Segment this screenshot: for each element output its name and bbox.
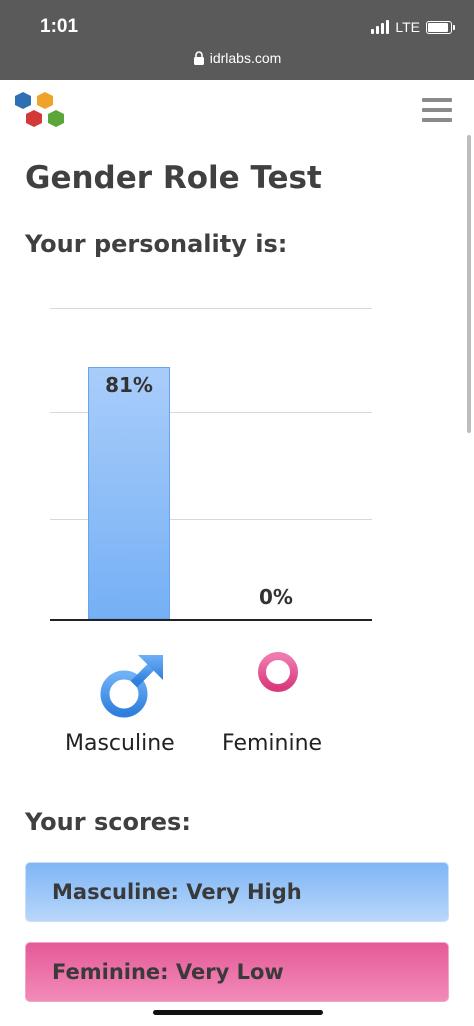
logo-hex-green	[48, 110, 64, 127]
bar-masculine	[88, 367, 170, 619]
score-masculine-label: Masculine: Very High	[52, 880, 302, 904]
logo-hex-blue	[15, 92, 31, 109]
bar-value-label-feminine: 0%	[259, 585, 293, 609]
score-masculine: Masculine: Very High	[25, 862, 449, 922]
chart-baseline	[50, 619, 372, 621]
status-bar: 1:01 LTE idrlabs.com	[0, 0, 474, 80]
result-bar-chart: 81% 0%	[50, 300, 372, 630]
category-label-masculine: Masculine	[65, 731, 175, 756]
female-symbol-icon	[258, 652, 298, 716]
signal-icon	[371, 20, 391, 34]
scores-heading: Your scores:	[25, 808, 191, 836]
bar-value-label-masculine: 81%	[105, 373, 153, 397]
idrlabs-logo[interactable]	[12, 90, 72, 136]
gridline	[50, 308, 372, 309]
male-symbol-icon	[100, 655, 163, 718]
address-bar[interactable]: idrlabs.com	[0, 50, 474, 66]
category-label-feminine: Feminine	[222, 731, 323, 756]
score-feminine: Feminine: Very Low	[25, 942, 449, 1002]
logo-hex-red	[26, 110, 42, 127]
score-feminine-label: Feminine: Very Low	[52, 960, 284, 984]
hamburger-menu-icon[interactable]	[422, 98, 452, 124]
lock-icon	[193, 51, 204, 65]
logo-hex-yellow	[37, 92, 53, 109]
status-indicators: LTE	[371, 19, 455, 35]
battery-icon	[426, 20, 455, 34]
page-title: Gender Role Test	[25, 160, 322, 196]
personality-heading: Your personality is:	[25, 230, 288, 258]
status-time: 1:01	[40, 16, 79, 37]
home-indicator[interactable]	[153, 1010, 323, 1015]
scrollbar-thumb[interactable]	[467, 135, 471, 433]
network-label: LTE	[395, 19, 420, 35]
battery-fill	[428, 22, 448, 32]
url-text[interactable]: idrlabs.com	[210, 50, 282, 66]
